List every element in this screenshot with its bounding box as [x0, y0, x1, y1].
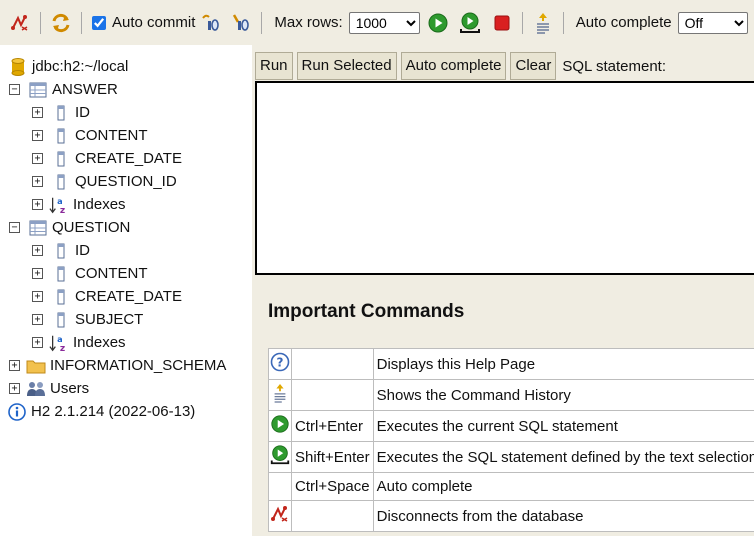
sort-az-icon: az	[49, 195, 69, 215]
svg-text:?: ?	[277, 356, 284, 370]
auto-complete-label: Auto complete	[575, 14, 672, 31]
column-icon	[51, 287, 71, 307]
expand-icon[interactable]: +	[9, 360, 20, 371]
auto-commit-checkbox[interactable]	[92, 15, 106, 30]
help-icon[interactable]: ?	[268, 348, 292, 380]
auto-complete-button[interactable]: Auto complete	[400, 52, 507, 80]
expand-icon[interactable]: +	[32, 176, 43, 187]
tree-column[interactable]: + CREATE_DATE	[0, 147, 252, 170]
run-selected-button[interactable]: Run Selected	[296, 52, 397, 80]
tree-column[interactable]: + CONTENT	[0, 124, 252, 147]
column-icon	[51, 310, 71, 330]
table-row: Disconnects from the database	[268, 500, 754, 532]
auto-complete-select[interactable]: Off	[677, 11, 748, 34]
stop-icon[interactable]	[490, 11, 514, 35]
run-icon[interactable]	[268, 410, 292, 442]
svg-text:a: a	[57, 334, 63, 344]
column-icon	[51, 149, 71, 169]
history-icon[interactable]	[531, 11, 555, 35]
schema-tree: jdbc:h2:~/local − ANSWER + ID + CONTENT …	[0, 45, 252, 536]
max-rows-label: Max rows:	[274, 14, 343, 31]
column-icon	[51, 264, 71, 284]
column-icon	[51, 172, 71, 192]
tree-column[interactable]: + CREATE_DATE	[0, 285, 252, 308]
disconnect-icon[interactable]	[268, 500, 292, 532]
rollback-icon[interactable]	[199, 11, 223, 35]
tree-information-schema[interactable]: + INFORMATION_SCHEMA	[0, 354, 252, 377]
table-row: Shift+Enter Executes the SQL statement d…	[268, 441, 754, 473]
tree-column[interactable]: + SUBJECT	[0, 308, 252, 331]
database-icon	[8, 57, 28, 77]
tree-column[interactable]: + ID	[0, 239, 252, 262]
table-row: ? Displays this Help Page	[268, 348, 754, 380]
tree-table-question[interactable]: − QUESTION	[0, 216, 252, 239]
expand-icon[interactable]: +	[32, 291, 43, 302]
toolbar-separator	[521, 11, 523, 34]
toolbar-separator	[81, 11, 82, 34]
sort-az-icon: az	[49, 333, 69, 353]
collapse-icon[interactable]: −	[9, 222, 20, 233]
folder-icon	[26, 356, 46, 376]
tree-connection[interactable]: jdbc:h2:~/local	[0, 55, 252, 78]
help-title: Important Commands	[268, 301, 465, 322]
expand-icon[interactable]: +	[32, 268, 43, 279]
refresh-icon[interactable]	[49, 11, 73, 35]
commands-table: ? Displays this Help Page Shows the Comm…	[268, 348, 754, 532]
commit-icon[interactable]	[229, 11, 253, 35]
toolbar-separator	[261, 11, 263, 34]
toolbar: Auto commit Max rows: 1000 Auto complete…	[0, 0, 754, 45]
clear-button[interactable]: Clear	[510, 52, 557, 80]
column-icon	[51, 103, 71, 123]
run-selected-icon[interactable]	[458, 11, 482, 35]
auto-commit-label: Auto commit	[112, 14, 196, 31]
tree-column[interactable]: + CONTENT	[0, 262, 252, 285]
table-row: Ctrl+Enter Executes the current SQL stat…	[268, 410, 754, 442]
sql-statement-label: SQL statement:	[562, 57, 667, 75]
tree-column[interactable]: + QUESTION_ID	[0, 170, 252, 193]
tree-column[interactable]: + ID	[0, 101, 252, 124]
tree-users[interactable]: + Users	[0, 377, 252, 400]
run-icon[interactable]	[426, 11, 450, 35]
expand-icon[interactable]: +	[32, 337, 43, 348]
run-selected-icon[interactable]	[268, 441, 292, 473]
svg-text:z: z	[60, 206, 65, 215]
info-icon	[7, 402, 27, 422]
column-icon	[51, 126, 71, 146]
expand-icon[interactable]: +	[9, 383, 20, 394]
toolbar-separator	[40, 11, 41, 34]
users-icon	[26, 379, 46, 399]
run-button[interactable]: Run	[255, 52, 293, 80]
tree-indexes[interactable]: + az Indexes	[0, 331, 252, 354]
main-panel: Run Run Selected Auto complete Clear SQL…	[252, 45, 754, 536]
table-row: Ctrl+Space Auto complete	[268, 472, 754, 501]
expand-icon[interactable]: +	[32, 314, 43, 325]
max-rows-select[interactable]: 1000	[348, 11, 420, 34]
expand-icon[interactable]: +	[32, 245, 43, 256]
table-icon	[28, 80, 48, 100]
collapse-icon[interactable]: −	[9, 84, 20, 95]
tree-version: H2 2.1.214 (2022-06-13)	[0, 400, 252, 423]
editor-button-bar: Run Run Selected Auto complete Clear SQL…	[255, 52, 666, 80]
column-icon	[51, 241, 71, 261]
empty-icon-cell	[268, 472, 292, 501]
table-icon	[28, 218, 48, 238]
tree-table-answer[interactable]: − ANSWER	[0, 78, 252, 101]
expand-icon[interactable]: +	[32, 199, 43, 210]
expand-icon[interactable]: +	[32, 130, 43, 141]
history-icon[interactable]	[268, 379, 292, 411]
expand-icon[interactable]: +	[32, 153, 43, 164]
svg-text:a: a	[57, 196, 63, 206]
disconnect-icon[interactable]	[8, 11, 32, 35]
expand-icon[interactable]: +	[32, 107, 43, 118]
tree-indexes[interactable]: + az Indexes	[0, 193, 252, 216]
toolbar-separator	[562, 11, 564, 34]
svg-text:z: z	[60, 344, 65, 353]
sql-editor[interactable]	[255, 81, 754, 275]
table-row: Shows the Command History	[268, 379, 754, 411]
